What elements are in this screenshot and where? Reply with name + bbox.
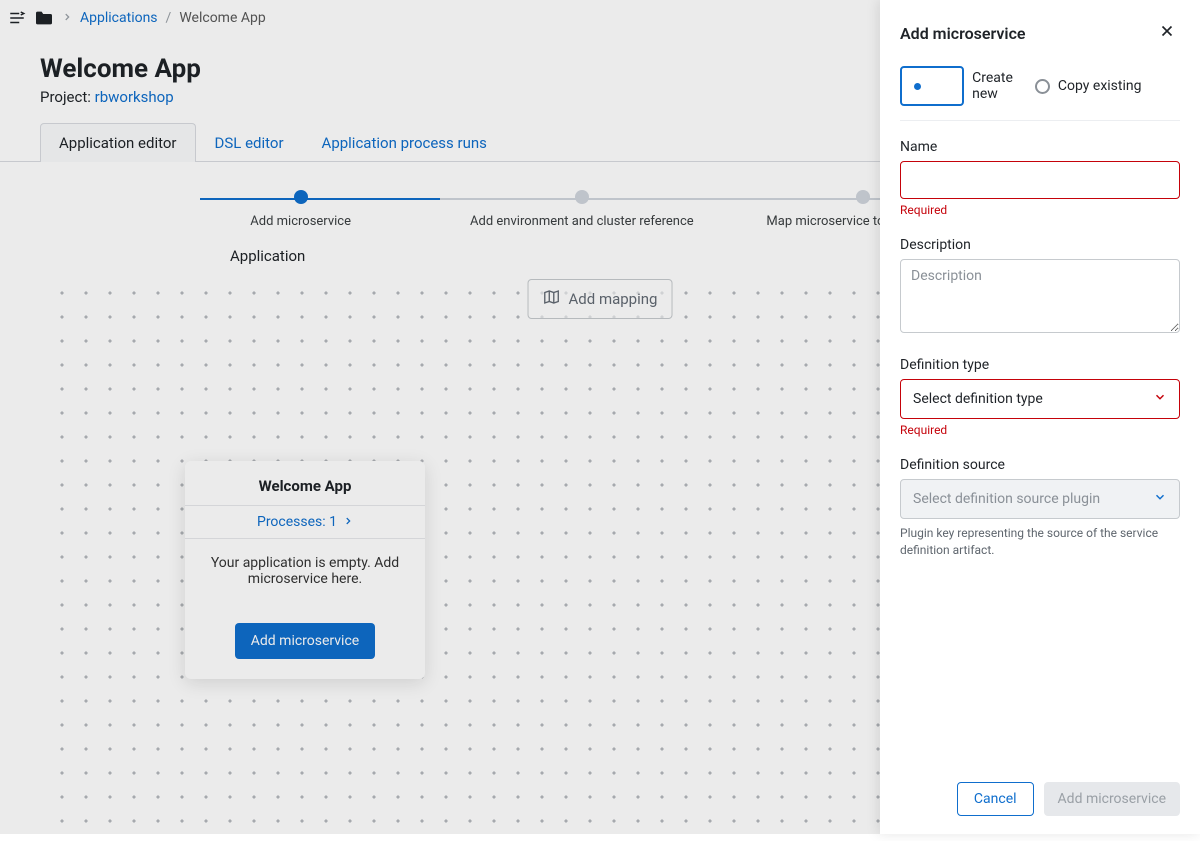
close-icon — [1158, 29, 1176, 44]
radio-create-new[interactable]: Create new — [900, 66, 1013, 106]
description-field: Description — [900, 237, 1180, 337]
radio-copy-existing[interactable]: Copy existing — [1035, 66, 1142, 106]
submit-button: Add microservice — [1044, 782, 1180, 816]
name-input[interactable] — [900, 161, 1180, 199]
cancel-button[interactable]: Cancel — [957, 782, 1034, 816]
definition-type-placeholder: Select definition type — [913, 391, 1043, 407]
drawer-footer: Cancel Add microservice — [900, 782, 1180, 816]
description-input[interactable] — [900, 259, 1180, 333]
description-label: Description — [900, 237, 1180, 253]
name-error: Required — [900, 203, 1180, 217]
radio-group: Create new Copy existing — [900, 66, 1180, 121]
definition-source-field: Definition source Select definition sour… — [900, 457, 1180, 559]
drawer-title: Add microservice — [900, 24, 1026, 43]
name-label: Name — [900, 139, 1180, 155]
definition-type-select[interactable]: Select definition type — [900, 379, 1180, 419]
definition-type-label: Definition type — [900, 357, 1180, 373]
radio-copy-label: Copy existing — [1058, 78, 1142, 94]
chevron-down-icon — [1153, 390, 1167, 408]
definition-type-field: Definition type Select definition type R… — [900, 357, 1180, 437]
definition-source-help: Plugin key representing the source of th… — [900, 525, 1180, 559]
radio-selected-icon — [900, 66, 964, 106]
definition-source-label: Definition source — [900, 457, 1180, 473]
definition-source-placeholder: Select definition source plugin — [913, 491, 1100, 507]
chevron-down-icon — [1153, 490, 1167, 508]
radio-create-label: Create new — [972, 70, 1013, 102]
definition-source-select[interactable]: Select definition source plugin — [900, 479, 1180, 519]
definition-type-error: Required — [900, 423, 1180, 437]
close-button[interactable] — [1154, 18, 1180, 48]
name-field: Name Required — [900, 139, 1180, 217]
add-microservice-drawer: Add microservice Create new Copy existin… — [880, 0, 1200, 834]
radio-unselected-icon — [1035, 79, 1050, 94]
